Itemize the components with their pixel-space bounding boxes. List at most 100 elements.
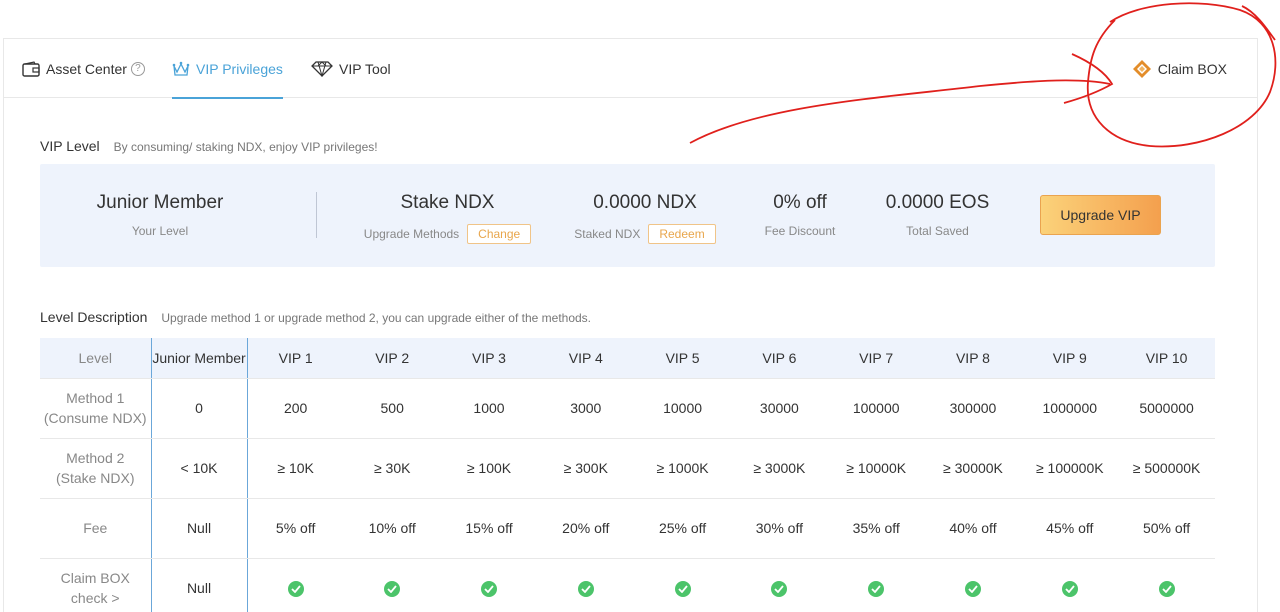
staked-stat: 0.0000 NDX Staked NDX Redeem <box>560 164 730 267</box>
row-header-line: Method 1 <box>66 390 125 406</box>
check-circle-icon <box>287 580 304 597</box>
level-description-heading: Level Description Upgrade method 1 or up… <box>40 309 591 325</box>
check-circle-icon <box>384 580 401 597</box>
diamond-icon <box>311 60 333 77</box>
level-description-subtitle: Upgrade method 1 or upgrade method 2, yo… <box>161 311 592 325</box>
column-header: VIP 1 <box>247 338 344 379</box>
check-cell <box>924 558 1022 612</box>
table-header-row: Level Junior Member VIP 1 VIP 2 VIP 3 VIP 4 VI… <box>40 338 1215 379</box>
row-header-line: (Consume NDX) <box>43 410 147 426</box>
fee-discount-label: Fee Discount <box>764 224 836 238</box>
row-header-line: Claim BOX <box>60 570 130 586</box>
check-cell <box>827 558 925 612</box>
tab-bar: Asset Center ? VIP Privileges VIP Tool C… <box>4 39 1257 99</box>
table-cell: ≥ 3000K <box>730 438 828 499</box>
crown-icon <box>172 61 190 77</box>
staked-label: Staked NDX Redeem <box>560 224 730 244</box>
check-circle-icon <box>577 580 594 597</box>
column-header-level: Level <box>40 338 151 379</box>
box-icon <box>1132 59 1152 79</box>
table-cell: 30000 <box>730 378 828 439</box>
check-circle-icon <box>1061 580 1078 597</box>
table-cell: 15% off <box>440 498 538 559</box>
table-cell: 5% off <box>247 498 344 559</box>
table-row: Method 1 (Consume NDX) 0 200 500 1000 3000 1000… <box>40 378 1215 439</box>
upgrade-vip-button[interactable]: Upgrade VIP <box>1040 195 1161 235</box>
tab-label: Asset Center <box>46 60 127 77</box>
table-cell: ≥ 1000K <box>634 438 731 499</box>
vip-level-title: VIP Level <box>40 138 100 154</box>
table-cell: 10000 <box>634 378 731 439</box>
upgrade-method-label: Upgrade Methods Change <box>340 224 555 244</box>
upgrade-method-value: Stake NDX <box>400 192 495 213</box>
help-icon[interactable]: ? <box>130 61 145 76</box>
table-cell: 35% off <box>827 498 925 559</box>
table-cell: ≥ 10K <box>247 438 344 499</box>
change-button[interactable]: Change <box>467 224 532 244</box>
table-cell: 200 <box>247 378 344 439</box>
table-row: Fee Null 5% off 10% off 15% off 20% off 25% of… <box>40 498 1215 559</box>
table-cell: ≥ 500000K <box>1118 438 1215 499</box>
vip-summary-panel: Junior Member Your Level Stake NDX Upgra… <box>40 164 1215 267</box>
row-header-line: check > <box>70 590 120 606</box>
row-header-line: Fee <box>83 520 108 536</box>
tab-vip-privileges[interactable]: VIP Privileges <box>172 39 283 99</box>
check-circle-icon <box>868 580 885 597</box>
check-cell <box>247 558 344 612</box>
table-cell: Null <box>150 498 248 559</box>
divider <box>316 192 317 238</box>
check-circle-icon <box>674 580 691 597</box>
fee-discount-stat: 0% off Fee Discount <box>745 164 855 267</box>
row-header[interactable]: Claim BOX check > <box>40 558 151 612</box>
check-cell <box>1021 558 1119 612</box>
check-cell <box>343 558 441 612</box>
table-cell: Null <box>150 558 248 612</box>
tab-vip-tool[interactable]: VIP Tool <box>311 39 391 98</box>
total-saved-stat: 0.0000 EOS Total Saved <box>870 164 1005 267</box>
staked-value: 0.0000 NDX <box>593 192 697 213</box>
column-header: VIP 4 <box>537 338 635 379</box>
vip-level-subtitle: By consuming/ staking NDX, enjoy VIP pri… <box>113 140 378 154</box>
level-table: Level Junior Member VIP 1 VIP 2 VIP 3 VIP 4 VI… <box>40 338 1215 612</box>
table-cell: ≥ 10000K <box>827 438 925 499</box>
table-cell: 50% off <box>1118 498 1215 559</box>
table-cell: 3000 <box>537 378 635 439</box>
claim-box-button[interactable]: Claim BOX <box>1132 39 1227 98</box>
level-description-title: Level Description <box>40 309 148 325</box>
table-cell: 500 <box>343 378 441 439</box>
table-row: Claim BOX check > Null <box>40 558 1215 612</box>
fee-discount-value: 0% off <box>773 192 827 213</box>
column-header: VIP 6 <box>730 338 828 379</box>
column-header: Junior Member <box>150 338 248 379</box>
wallet-icon <box>22 60 40 77</box>
table-cell: ≥ 30K <box>343 438 441 499</box>
table-cell: 300000 <box>924 378 1022 439</box>
table-cell: 40% off <box>924 498 1022 559</box>
check-cell <box>440 558 538 612</box>
check-circle-icon <box>480 580 497 597</box>
total-saved-value: 0.0000 EOS <box>885 192 990 213</box>
column-header: VIP 3 <box>440 338 538 379</box>
column-header: VIP 2 <box>343 338 441 379</box>
check-cell <box>730 558 828 612</box>
row-header-line: (Stake NDX) <box>55 470 135 486</box>
table-cell: 1000 <box>440 378 538 439</box>
check-cell <box>1118 558 1215 612</box>
column-header: VIP 9 <box>1021 338 1119 379</box>
current-level-label: Your Level <box>131 224 189 238</box>
upgrade-method-stat: Stake NDX Upgrade Methods Change <box>340 164 555 267</box>
redeem-button[interactable]: Redeem <box>648 224 716 244</box>
current-level-value: Junior Member <box>96 192 224 213</box>
column-header: VIP 8 <box>924 338 1022 379</box>
table-cell: ≥ 100K <box>440 438 538 499</box>
table-cell: ≥ 300K <box>537 438 635 499</box>
column-header: VIP 7 <box>827 338 925 379</box>
total-saved-label: Total Saved <box>906 224 969 238</box>
table-cell: 0 <box>150 378 248 439</box>
tab-asset-center[interactable]: Asset Center ? <box>22 39 145 98</box>
table-row: Method 2 (Stake NDX) < 10K ≥ 10K ≥ 30K ≥ 100K… <box>40 438 1215 499</box>
check-cell <box>634 558 731 612</box>
table-cell: 20% off <box>537 498 635 559</box>
column-header: VIP 10 <box>1118 338 1215 379</box>
table-cell: 10% off <box>343 498 441 559</box>
